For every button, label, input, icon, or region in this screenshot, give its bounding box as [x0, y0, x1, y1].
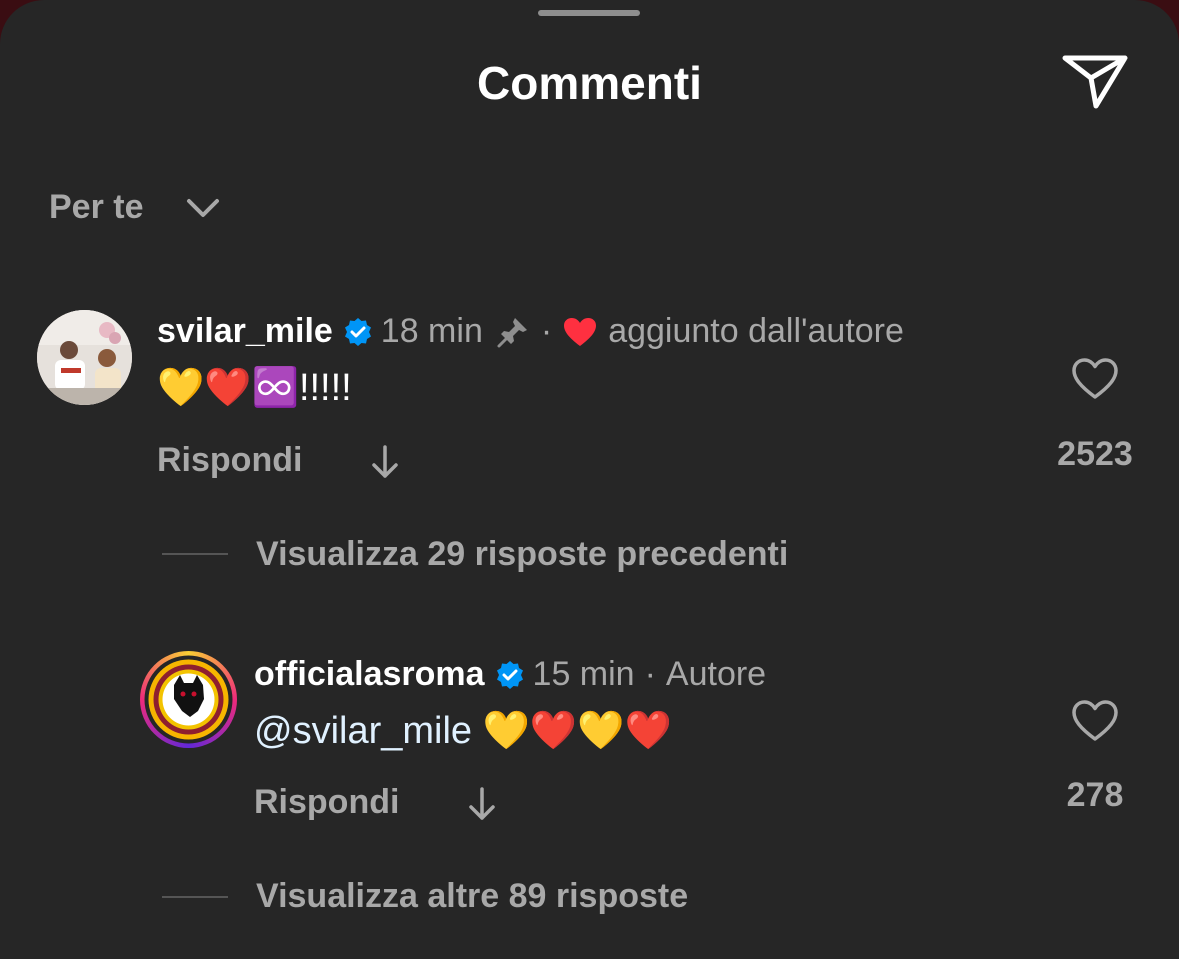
view-replies-button[interactable]: Visualizza altre 89 risposte [256, 877, 688, 916]
verified-badge-icon [344, 317, 371, 346]
separator-dot: · [644, 655, 656, 693]
avatar-story-ring[interactable] [140, 651, 237, 748]
comment-text: 💛❤️♾️!!!!! [157, 367, 352, 409]
sheet-grabber[interactable] [538, 10, 640, 16]
verified-badge-icon [496, 660, 523, 689]
chevron-down-icon[interactable] [186, 196, 220, 222]
pin-icon [497, 317, 527, 347]
like-count: 278 [1066, 776, 1124, 814]
comment-username[interactable]: officialasroma [254, 655, 485, 694]
mention-link[interactable]: @svilar_mile [254, 710, 472, 752]
separator-dot: · [540, 312, 553, 350]
heart-outline-icon[interactable] [1071, 357, 1119, 401]
comment-text: @svilar_mile 💛❤️💛❤️ [254, 709, 672, 753]
author-badge: Autore [665, 655, 767, 693]
page-title: Commenti [477, 57, 702, 109]
reply-button[interactable]: Rispondi [157, 441, 302, 480]
heart-outline-icon[interactable] [1071, 699, 1119, 743]
heart-filled-icon [564, 317, 597, 346]
avatar[interactable] [37, 310, 132, 405]
translate-arrow-down-icon[interactable] [467, 786, 497, 822]
sort-label[interactable]: Per te [49, 188, 144, 227]
comments-sheet: Commenti Per te svilar_mile 18 min · agg… [0, 0, 1179, 959]
comment-header: officialasroma 15 min · Autore [254, 655, 766, 694]
author-liked-label: aggiunto dall'autore [608, 312, 904, 350]
comment-username[interactable]: svilar_mile [157, 312, 333, 351]
comment-emoji-text: 💛❤️💛❤️ [472, 710, 672, 752]
thread-line [162, 553, 228, 555]
comment-time: 18 min [380, 312, 483, 350]
comment-time: 15 min [532, 655, 635, 693]
paper-plane-icon[interactable] [1060, 50, 1130, 112]
comment-header: svilar_mile 18 min · aggiunto dall'autor… [157, 312, 904, 351]
like-count: 2523 [1057, 435, 1133, 473]
thread-line [162, 896, 228, 898]
translate-arrow-down-icon[interactable] [370, 444, 400, 480]
view-replies-button[interactable]: Visualizza 29 risposte precedenti [256, 535, 788, 574]
reply-button[interactable]: Rispondi [254, 783, 399, 822]
